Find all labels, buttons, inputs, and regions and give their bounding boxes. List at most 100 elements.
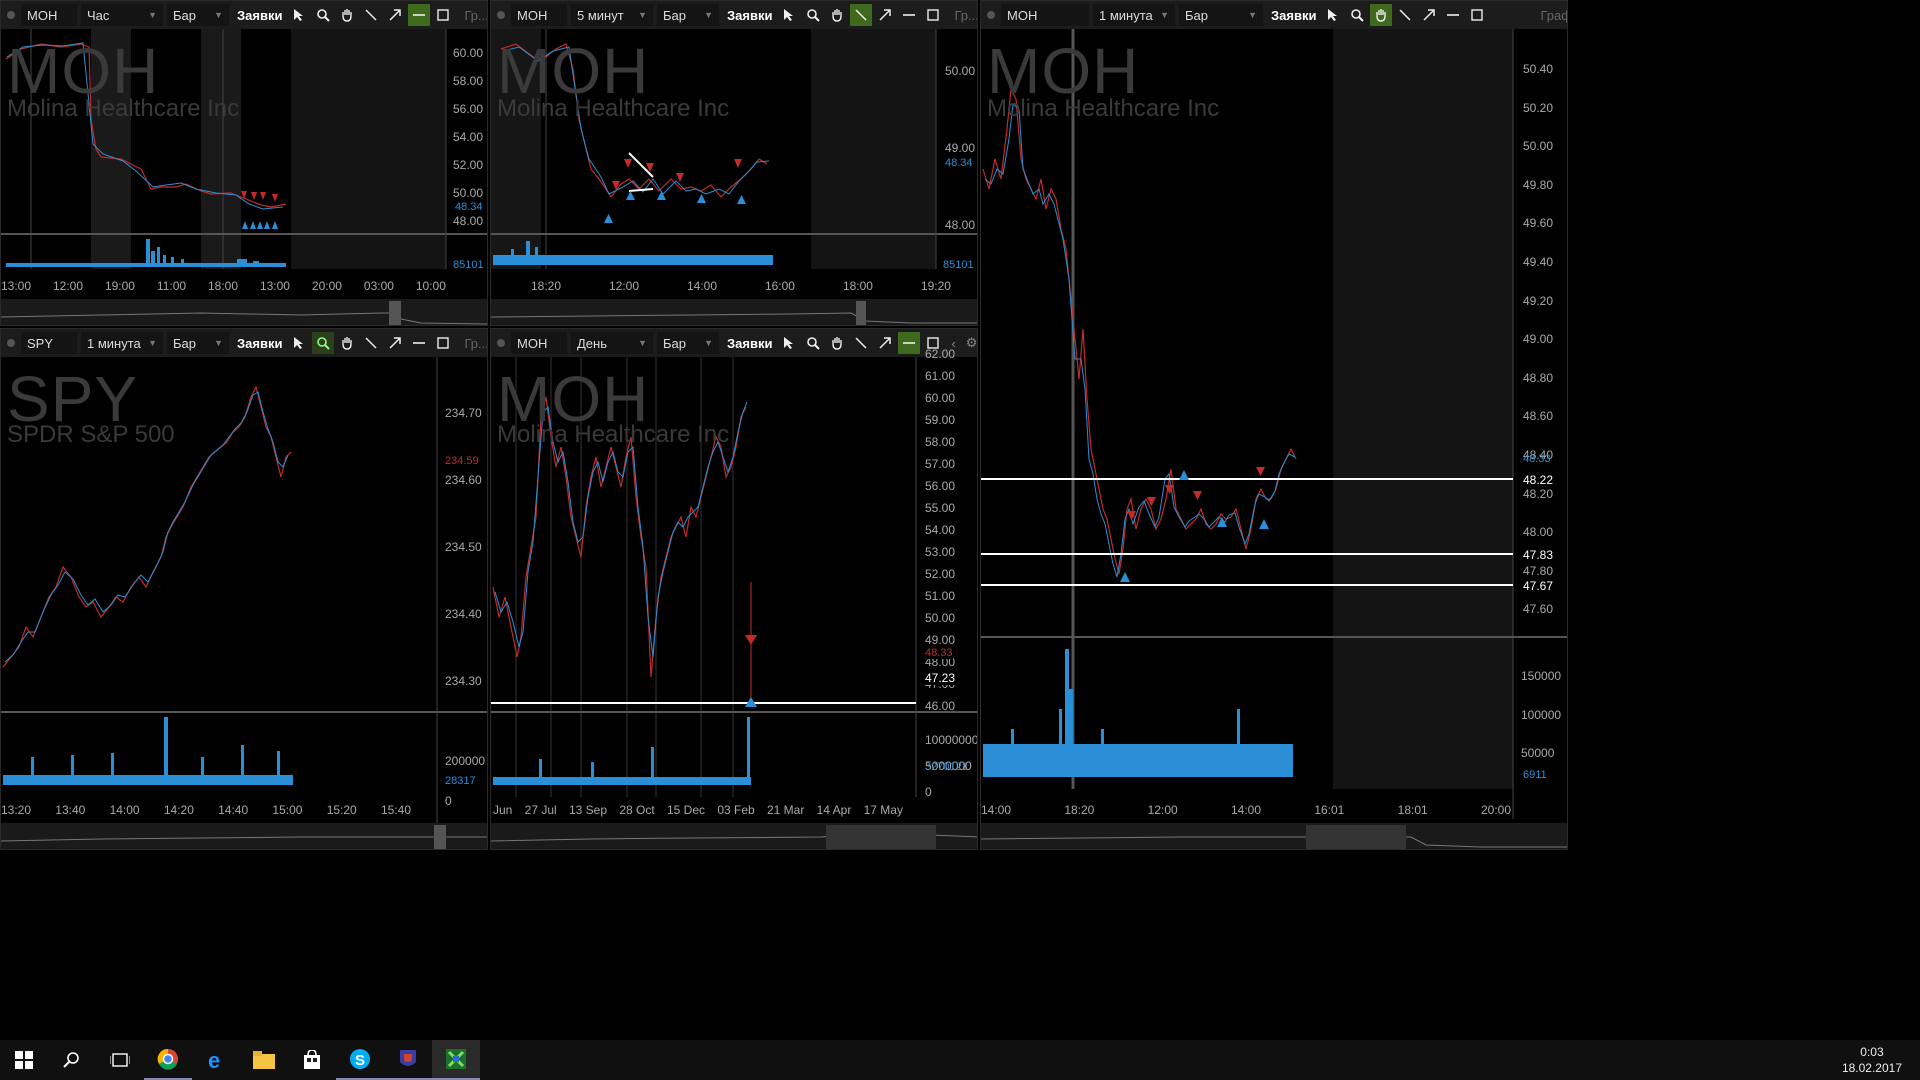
symbol-field[interactable]: MOH	[511, 332, 567, 354]
store-icon[interactable]	[288, 1040, 336, 1080]
horizontal-line-icon[interactable]	[408, 4, 431, 26]
zoom-icon[interactable]	[1346, 4, 1368, 26]
group-label: Гр...	[464, 335, 488, 351]
watermark-symbol: MOH	[497, 35, 650, 107]
hand-icon[interactable]	[826, 4, 848, 26]
symbol-field[interactable]: SPY	[21, 332, 77, 354]
chart-panel-moh-day: MOH День▼ Бар▼ Заявки ‹ ⚙ – ✕ MOH Mol	[490, 328, 978, 850]
zoom-icon[interactable]	[312, 4, 334, 26]
navigator-scrollbar[interactable]	[981, 823, 1567, 849]
symbol-field[interactable]: MOH	[1001, 4, 1089, 26]
chart-type-select[interactable]: Бар ▼	[167, 332, 229, 354]
watermark-name: Molina Healthcare Inc	[497, 95, 730, 122]
hand-icon[interactable]	[336, 332, 358, 354]
sell-markers	[241, 191, 278, 202]
price-axis: 234.70 234.60 234.50 234.40 234.30	[445, 406, 482, 688]
chrome-icon[interactable]	[144, 1040, 192, 1080]
cursor-icon[interactable]	[778, 332, 800, 354]
link-indicator[interactable]	[497, 339, 505, 347]
orders-button[interactable]: Заявки	[723, 336, 776, 351]
hand-icon[interactable]	[1370, 4, 1393, 26]
sell-markers	[745, 635, 757, 645]
edge-icon[interactable]: e	[192, 1040, 240, 1080]
arrow-icon[interactable]	[1418, 4, 1440, 26]
gear-icon[interactable]: ⚙	[966, 335, 977, 351]
chevron-down-icon: ▼	[1248, 10, 1257, 20]
chevron-down-icon: ▼	[148, 338, 157, 348]
trendline-icon[interactable]	[360, 4, 382, 26]
rectangle-icon[interactable]	[922, 4, 944, 26]
time-axis: 13:00 12:00 19:00 11:00 18:00 13:00 20:0…	[1, 279, 446, 293]
link-indicator[interactable]	[497, 11, 505, 19]
trendline-icon[interactable]	[1394, 4, 1416, 26]
orders-button[interactable]: Заявки	[1267, 8, 1320, 23]
app-icon[interactable]	[384, 1040, 432, 1080]
interval-select[interactable]: 5 минут ▼	[571, 4, 653, 26]
chart-type-select[interactable]: Бар ▼	[1179, 4, 1263, 26]
navigator-scrollbar[interactable]	[1, 823, 487, 849]
horizontal-line-icon[interactable]	[898, 332, 921, 354]
interval-select[interactable]: Час ▼	[81, 4, 163, 26]
arrow-icon[interactable]	[874, 4, 896, 26]
zoom-icon[interactable]	[802, 4, 824, 26]
link-indicator[interactable]	[987, 11, 995, 19]
task-view-icon[interactable]	[96, 1040, 144, 1080]
price-axis: 50.00 49.00 48.00	[945, 64, 976, 232]
orders-button[interactable]: Заявки	[723, 8, 776, 23]
interval-select[interactable]: День ▼	[571, 332, 653, 354]
volume-last-label: 3270121	[925, 761, 968, 773]
horizontal-line-icon[interactable]	[408, 332, 430, 354]
chart-panel-spy-1min: SPY 1 минута▼ Бар▼ Заявки Гр... ‹ ⚙ – ✕ …	[0, 328, 488, 850]
file-explorer-icon[interactable]	[240, 1040, 288, 1080]
trendline-icon[interactable]	[850, 332, 872, 354]
horizontal-line-icon[interactable]	[1442, 4, 1464, 26]
chart-type-select[interactable]: Бар ▼	[657, 332, 719, 354]
system-clock[interactable]: 0:03 18.02.2017	[1842, 1044, 1902, 1076]
chart-panel-moh-hour: MOH Час▼ Бар▼ Заявки Гр... ‹ ⚙ – ✕	[0, 0, 488, 326]
trendline-icon[interactable]	[850, 4, 873, 26]
trendline-icon[interactable]	[360, 332, 382, 354]
horizontal-line-icon[interactable]	[898, 4, 920, 26]
level-label: 47.67	[1523, 579, 1554, 593]
trading-app-icon[interactable]	[432, 1040, 480, 1080]
navigator-scrollbar[interactable]	[491, 823, 977, 849]
navigator-scrollbar[interactable]	[491, 299, 977, 325]
chevron-down-icon: ▼	[638, 10, 647, 20]
hand-icon[interactable]	[826, 332, 848, 354]
orders-button[interactable]: Заявки	[233, 8, 286, 23]
zoom-icon[interactable]	[312, 332, 335, 354]
chart-type-select[interactable]: Бар ▼	[167, 4, 229, 26]
chevron-down-icon: ▼	[1160, 10, 1169, 20]
skype-icon[interactable]: S	[336, 1040, 384, 1080]
cursor-icon[interactable]	[778, 4, 800, 26]
rectangle-icon[interactable]	[432, 4, 454, 26]
link-indicator[interactable]	[7, 339, 15, 347]
rectangle-icon[interactable]	[432, 332, 454, 354]
interval-select[interactable]: 1 минута ▼	[1093, 4, 1175, 26]
interval-select[interactable]: 1 минута ▼	[81, 332, 163, 354]
arrow-icon[interactable]	[874, 332, 896, 354]
symbol-field[interactable]: MOH	[511, 4, 567, 26]
chevron-down-icon: ▼	[214, 10, 223, 20]
navigator-scrollbar[interactable]	[1, 299, 487, 325]
arrow-icon[interactable]	[384, 332, 406, 354]
watermark-symbol: MOH	[7, 35, 160, 107]
orders-button[interactable]: Заявки	[233, 336, 286, 351]
link-indicator[interactable]	[7, 11, 15, 19]
chart-type-select[interactable]: Бар ▼	[657, 4, 719, 26]
price-chart[interactable]	[981, 29, 1568, 821]
volume-last-label: 6911	[1523, 769, 1547, 781]
last-price-label: 48.34	[455, 201, 483, 213]
zoom-icon[interactable]	[802, 332, 824, 354]
cursor-icon[interactable]	[288, 332, 310, 354]
search-icon[interactable]	[48, 1040, 96, 1080]
hand-icon[interactable]	[336, 4, 358, 26]
rectangle-icon[interactable]	[1466, 4, 1488, 26]
windows-start-icon[interactable]	[0, 1040, 48, 1080]
arrow-icon[interactable]	[384, 4, 406, 26]
cursor-icon[interactable]	[1322, 4, 1344, 26]
price-axis: 62.00 61.00 60.00 59.00 58.00 57.00 56.0…	[925, 347, 956, 713]
cursor-icon[interactable]	[288, 4, 310, 26]
symbol-field[interactable]: MOH	[21, 4, 77, 26]
level-label: 47.83	[1523, 548, 1554, 562]
